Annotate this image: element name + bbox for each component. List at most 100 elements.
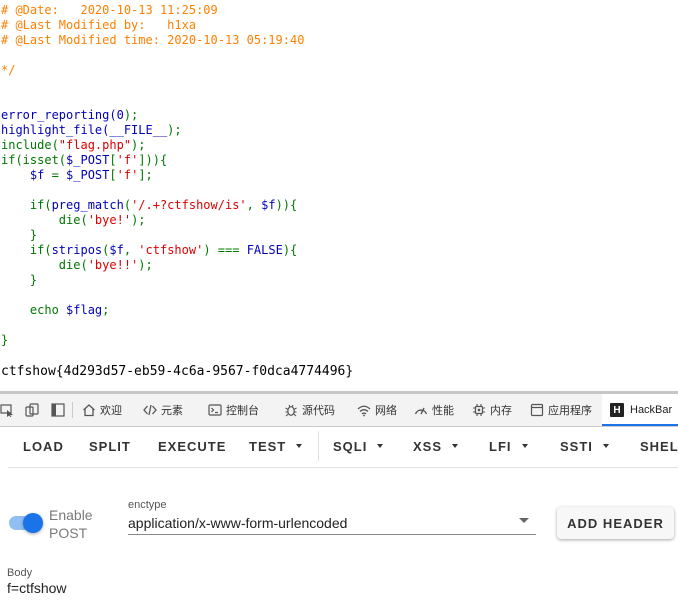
tab-welcome[interactable]: 欢迎 <box>82 394 122 426</box>
tab-label: 控制台 <box>226 405 259 417</box>
device-emulation-icon[interactable] <box>25 403 39 417</box>
tab-application[interactable]: 应用程序 <box>530 394 592 426</box>
code-token: ); <box>167 123 182 137</box>
php-source-view: # @Date: 2020-10-13 11:25:09 # @Last Modi… <box>0 0 678 392</box>
enable-post-label: Enable <box>49 507 93 523</box>
enable-post-toggle-knob[interactable] <box>23 513 43 533</box>
button-label: SPLIT <box>89 438 131 454</box>
code-token: if( <box>1 198 52 212</box>
code-token: echo <box>1 303 67 317</box>
tab-label: 应用程序 <box>548 405 592 417</box>
code-token: ); <box>131 213 146 227</box>
code-token: 'f' <box>116 168 139 182</box>
button-label: EXECUTE <box>158 438 227 454</box>
tab-performance[interactable]: 性能 <box>414 394 454 426</box>
execute-button[interactable]: EXECUTE <box>158 427 226 465</box>
code-token: die( <box>1 213 88 227</box>
enctype-select[interactable]: application/x-www-form-urlencoded <box>128 515 347 531</box>
code-token: [ <box>109 168 117 182</box>
code-line: if(isset($_POST['f'])){ <box>1 153 167 168</box>
gauge-icon <box>414 407 428 415</box>
code-line: } <box>1 333 8 348</box>
code-token: $_POST <box>66 168 110 182</box>
code-token: die( <box>1 258 88 272</box>
code-token: ( <box>123 198 132 212</box>
code-token: include( <box>1 138 59 152</box>
code-token: , <box>123 243 139 257</box>
code-token: ); <box>123 108 139 122</box>
button-label: SSTI <box>560 438 593 454</box>
code-token: ){ <box>282 243 298 257</box>
button-label: SHELL <box>640 438 678 454</box>
inspect-element-icon[interactable] <box>0 403 14 417</box>
code-token: # @Date: 2020-10-13 11:25:09 <box>1 3 218 17</box>
body-input[interactable]: f=ctfshow <box>7 580 67 596</box>
button-label: LOAD <box>23 438 64 454</box>
code-token: )){ <box>275 198 298 212</box>
code-line: $f = $_POST['f']; <box>1 168 153 183</box>
tab-network[interactable]: 网络 <box>357 394 397 426</box>
lfi-menu-button[interactable]: LFI <box>489 427 528 465</box>
tab-label: 内存 <box>490 405 512 417</box>
code-token: '/.+?ctfshow/is' <box>131 198 247 212</box>
code-token: if(isset( <box>1 153 67 167</box>
code-token: } <box>1 273 38 287</box>
tab-console[interactable]: 控制台 <box>208 394 259 426</box>
window-icon <box>530 403 544 417</box>
code-token: ; <box>102 303 110 317</box>
code-token: = <box>51 168 67 182</box>
code-token: } <box>1 333 9 347</box>
tab-hackbar[interactable]: H HackBar <box>602 394 678 426</box>
tab-label: HackBar <box>630 404 673 416</box>
code-token: FALSE <box>246 243 283 257</box>
sqli-menu-button[interactable]: SQLI <box>333 427 384 465</box>
code-line: # @Date: 2020-10-13 11:25:09 <box>1 3 218 18</box>
tab-label: 欢迎 <box>100 405 122 417</box>
load-button[interactable]: LOAD <box>23 427 64 465</box>
code-line: if(stripos($f, 'ctfshow') === FALSE){ <box>1 243 297 258</box>
devtools-tab-bar: 欢迎 元素 控制台 源代码 网络 性能 内存 应用程序 H HackBar <box>0 394 678 427</box>
tab-elements[interactable]: 元素 <box>143 394 183 426</box>
wifi-icon <box>357 405 371 417</box>
code-token: # @Last Modified by: h1xa <box>1 18 197 32</box>
bug-icon <box>285 404 297 417</box>
tab-sources[interactable]: 源代码 <box>284 394 335 426</box>
code-token: */ <box>1 63 16 77</box>
code-token: [ <box>109 153 117 167</box>
code-token: ])){ <box>138 153 168 167</box>
shell-menu-button[interactable]: SHELL <box>640 427 678 465</box>
code-token: stripos <box>51 243 103 257</box>
caret-down-icon <box>296 444 303 448</box>
flag-output: ctfshow{4d293d57-eb59-4c6a-9567-f0dca477… <box>1 364 354 379</box>
code-token: , <box>246 198 262 212</box>
code-token: # @Last Modified time: 2020-10-13 05:19:… <box>1 33 305 47</box>
code-token: 'ctfshow' <box>138 243 204 257</box>
button-label: XSS <box>413 438 443 454</box>
test-menu-button[interactable]: TEST <box>249 427 303 465</box>
ssti-menu-button[interactable]: SSTI <box>560 427 609 465</box>
code-token: if( <box>1 243 52 257</box>
divider <box>318 431 319 461</box>
split-button[interactable]: SPLIT <box>89 427 131 465</box>
xss-menu-button[interactable]: XSS <box>413 427 459 465</box>
code-token: $f <box>109 243 124 257</box>
add-header-button[interactable]: ADD HEADER <box>557 507 674 539</box>
code-token: ); <box>138 258 153 272</box>
code-token: 'bye!!' <box>87 258 139 272</box>
code-icon <box>143 404 157 416</box>
code-token: ]; <box>138 168 153 182</box>
code-line: # @Last Modified by: h1xa <box>1 18 196 33</box>
caret-down-icon <box>377 444 384 448</box>
caret-down-icon <box>521 444 528 448</box>
dock-side-icon[interactable] <box>51 403 65 417</box>
tab-memory[interactable]: 内存 <box>472 394 512 426</box>
enctype-underline <box>128 534 536 535</box>
code-token: highlight_file( <box>1 123 110 137</box>
tab-label: 元素 <box>161 405 183 417</box>
code-token: error_reporting( <box>1 108 117 122</box>
enable-post-label-2: POST <box>49 525 88 541</box>
dropdown-arrow-icon[interactable] <box>519 518 529 523</box>
caret-down-icon <box>452 444 459 448</box>
tab-label: 网络 <box>375 405 397 417</box>
button-label: LFI <box>489 438 512 454</box>
